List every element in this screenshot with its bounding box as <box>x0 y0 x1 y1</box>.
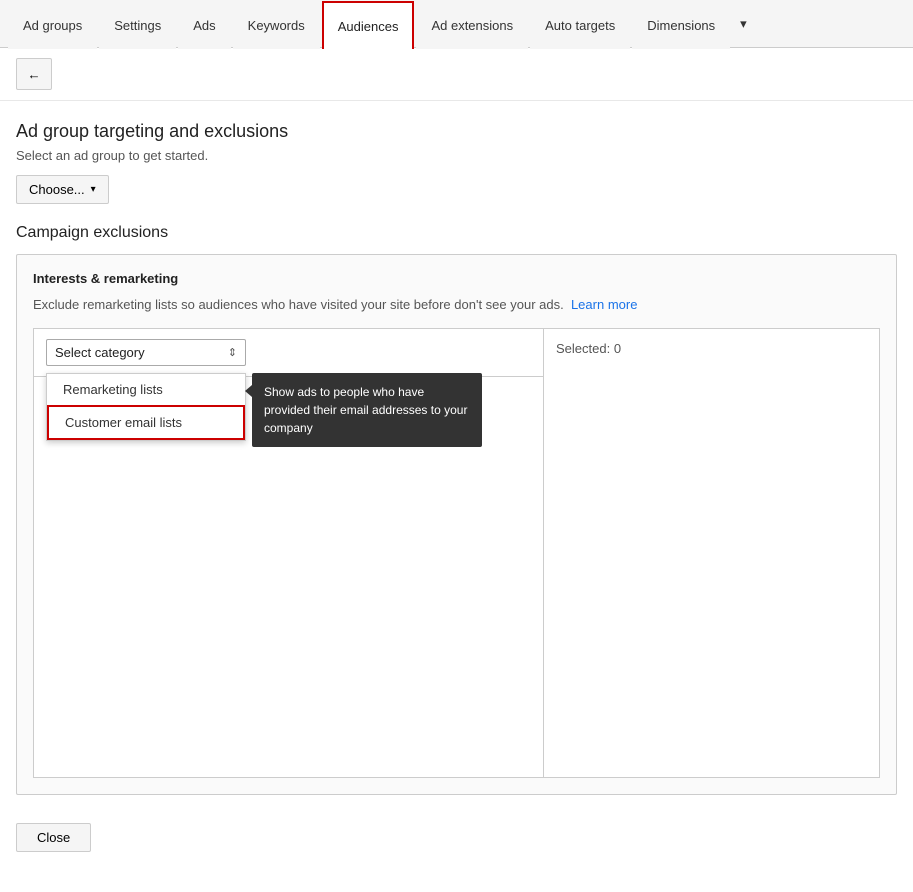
columns-area: Select category ⇕ Remarketing lists Cust… <box>33 328 880 778</box>
spinner-icon: ⇕ <box>228 346 237 359</box>
back-button[interactable]: ← <box>16 58 52 90</box>
section-title: Campaign exclusions <box>16 224 897 242</box>
close-label: Close <box>37 830 70 845</box>
tab-ad-groups[interactable]: Ad groups <box>8 1 97 49</box>
back-area: ← <box>0 48 913 101</box>
right-column: Selected: 0 <box>544 329 879 777</box>
tab-dimensions[interactable]: Dimensions <box>632 1 730 49</box>
choose-button[interactable]: Choose... ▾ <box>16 175 109 204</box>
tab-auto-targets[interactable]: Auto targets <box>530 1 630 49</box>
selected-count: Selected: 0 <box>556 341 621 356</box>
learn-more-link[interactable]: Learn more <box>571 297 637 312</box>
tab-more-button[interactable]: ▾ <box>732 0 755 48</box>
back-icon: ← <box>27 67 40 82</box>
tab-keywords[interactable]: Keywords <box>233 1 320 49</box>
box-title: Interests & remarketing <box>33 271 880 286</box>
campaign-exclusions-box: Interests & remarketing Exclude remarket… <box>16 254 897 795</box>
subtitle: Select an ad group to get started. <box>16 148 897 163</box>
tab-ad-extensions[interactable]: Ad extensions <box>416 1 528 49</box>
dropdown-item-remarketing[interactable]: Remarketing lists <box>47 374 245 405</box>
tab-bar: Ad groups Settings Ads Keywords Audience… <box>0 0 913 48</box>
close-button[interactable]: Close <box>16 823 91 852</box>
select-category-dropdown[interactable]: Select category ⇕ <box>46 339 246 366</box>
dropdown-menu: Remarketing lists Customer email lists <box>46 373 246 441</box>
box-description: Exclude remarketing lists so audiences w… <box>33 296 880 314</box>
main-content: Ad group targeting and exclusions Select… <box>0 101 913 872</box>
tab-audiences[interactable]: Audiences <box>322 1 415 49</box>
dropdown-item-customer-email[interactable]: Customer email lists <box>47 405 245 440</box>
select-category-label: Select category <box>55 345 145 360</box>
chevron-down-icon: ▾ <box>91 184 96 195</box>
box-desc-text: Exclude remarketing lists so audiences w… <box>33 297 564 312</box>
select-category-area: Select category ⇕ Remarketing lists Cust… <box>34 329 543 377</box>
left-column: Select category ⇕ Remarketing lists Cust… <box>34 329 544 777</box>
tab-ads[interactable]: Ads <box>178 1 230 49</box>
choose-label: Choose... <box>29 182 85 197</box>
page-title: Ad group targeting and exclusions <box>16 121 897 142</box>
tab-settings[interactable]: Settings <box>99 1 176 49</box>
